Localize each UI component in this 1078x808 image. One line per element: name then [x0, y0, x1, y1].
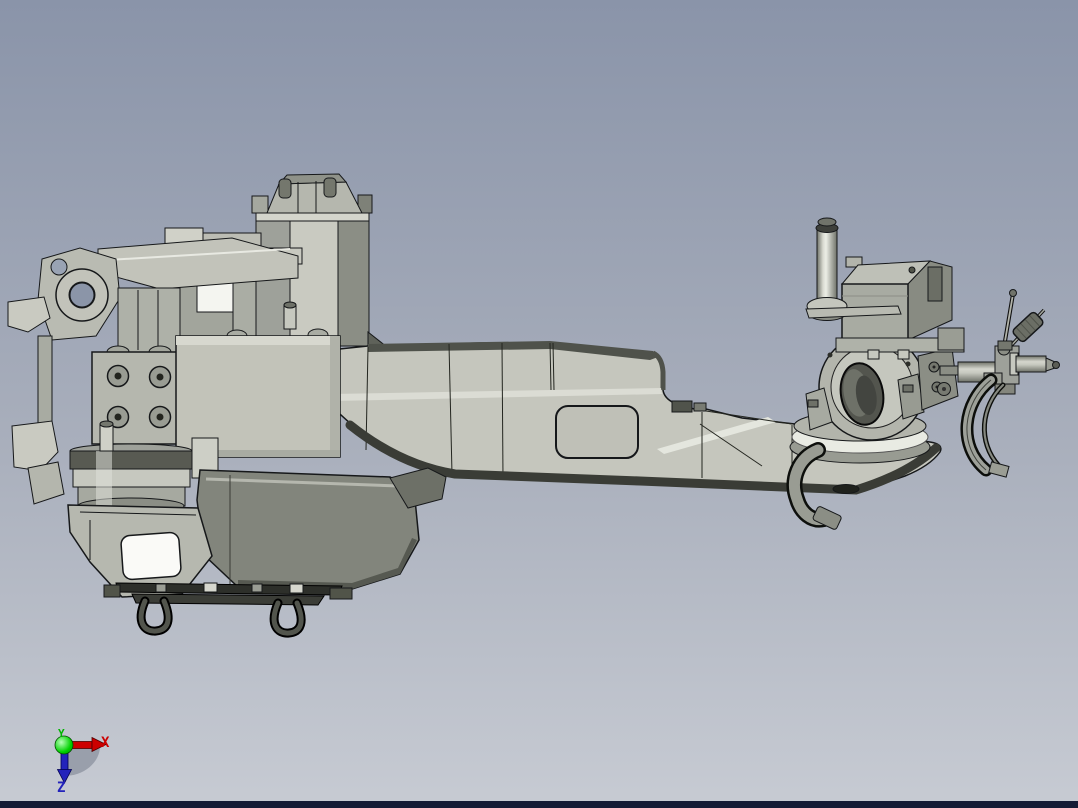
z-axis-label: Z	[57, 780, 65, 796]
y-axis-label: Y	[58, 727, 65, 740]
bottom-border	[0, 801, 1078, 808]
cad-viewport[interactable]: Y X Z	[0, 0, 1078, 808]
x-axis-label: X	[101, 735, 110, 751]
